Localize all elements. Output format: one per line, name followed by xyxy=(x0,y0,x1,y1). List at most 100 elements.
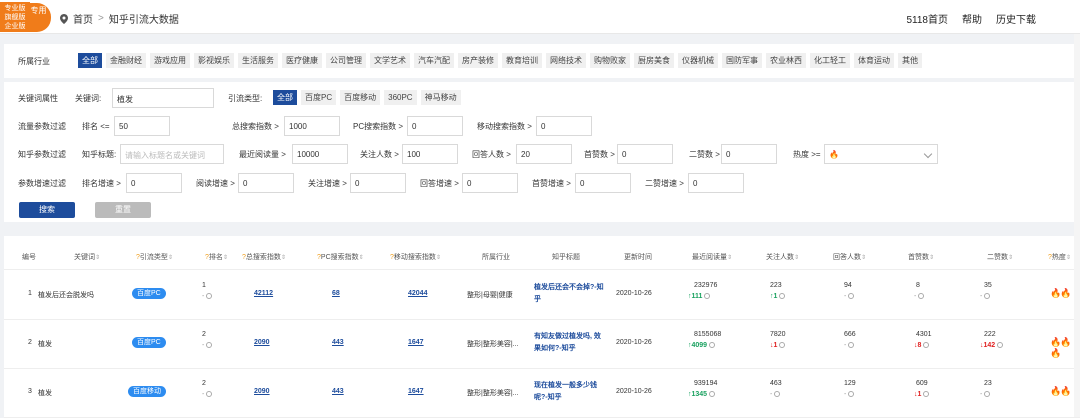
industry-chip[interactable]: 文学艺术 xyxy=(370,53,410,68)
zhihu-title-link[interactable]: 植发后还会不会掉?-知乎 xyxy=(534,282,604,306)
type-chip[interactable]: 神马移动 xyxy=(420,90,461,105)
mobile-index-link[interactable]: 42044 xyxy=(408,290,427,297)
sort-icon[interactable]: ⇕ xyxy=(95,255,100,261)
column-header[interactable]: ?排名⇕ xyxy=(205,252,228,262)
industry-chip[interactable]: 汽车汽配 xyxy=(414,53,454,68)
column-header[interactable]: 首赞数⇕ xyxy=(908,252,934,262)
clock-icon[interactable] xyxy=(774,391,781,398)
total-index-link[interactable]: 2090 xyxy=(254,339,270,346)
industry-chip[interactable]: 农业林西 xyxy=(766,53,806,68)
clock-icon[interactable] xyxy=(984,391,991,398)
industry-chip[interactable]: 教育培训 xyxy=(502,53,542,68)
sort-icon[interactable]: ⇕ xyxy=(281,255,286,261)
column-header[interactable]: 编号 xyxy=(22,252,36,262)
column-header[interactable]: ?总搜索指数⇕ xyxy=(242,252,286,262)
industry-chip[interactable]: 游戏应用 xyxy=(150,53,190,68)
mobile-index-link[interactable]: 1647 xyxy=(408,339,424,346)
industry-chip[interactable]: 房产装修 xyxy=(458,53,498,68)
clock-icon[interactable] xyxy=(206,293,213,300)
column-header[interactable]: 最近阅读量⇕ xyxy=(692,252,732,262)
rank-input[interactable]: 50 xyxy=(114,116,170,136)
industry-chip[interactable]: 公司管理 xyxy=(326,53,366,68)
vertical-scrollbar[interactable] xyxy=(1074,34,1080,417)
sort-icon[interactable]: ⇕ xyxy=(1066,255,1071,261)
row-keyword[interactable]: 植发 xyxy=(38,388,52,398)
sort-icon[interactable]: ⇕ xyxy=(436,255,441,261)
row-keyword[interactable]: 植发 xyxy=(38,339,52,349)
sort-icon[interactable]: ⇕ xyxy=(1008,255,1013,261)
answer-growth-input[interactable]: 0 xyxy=(462,173,518,193)
sort-icon[interactable]: ⇕ xyxy=(223,255,228,261)
industry-chip[interactable]: 影视娱乐 xyxy=(194,53,234,68)
sort-icon[interactable]: ⇕ xyxy=(929,255,934,261)
column-header[interactable]: ?PC搜索指数⇕ xyxy=(317,252,364,262)
column-header[interactable]: ?移动搜索指数⇕ xyxy=(390,252,441,262)
column-header[interactable]: 知乎标题 xyxy=(552,252,580,262)
rank-growth-input[interactable]: 0 xyxy=(126,173,182,193)
clock-icon[interactable] xyxy=(923,391,930,398)
mobile-index-input[interactable]: 0 xyxy=(536,116,592,136)
read-growth-input[interactable]: 0 xyxy=(238,173,294,193)
industry-chip[interactable]: 金融财经 xyxy=(106,53,146,68)
type-chip[interactable]: 百度移动 xyxy=(340,90,381,105)
first-growth-input[interactable]: 0 xyxy=(575,173,631,193)
clock-icon[interactable] xyxy=(779,342,786,349)
industry-chip[interactable]: 化工轻工 xyxy=(810,53,850,68)
total-index-input[interactable]: 1000 xyxy=(284,116,340,136)
zhihu-title-link[interactable]: 有知友做过植发吗, 效果如何?-知乎 xyxy=(534,331,604,355)
clock-icon[interactable] xyxy=(918,293,925,300)
pc-index-link[interactable]: 443 xyxy=(332,339,344,346)
recent-read-input[interactable]: 10000 xyxy=(292,144,348,164)
search-button[interactable]: 搜索 xyxy=(19,202,75,218)
industry-chip[interactable]: 医疗健康 xyxy=(282,53,322,68)
industry-chip[interactable]: 生活服务 xyxy=(238,53,278,68)
industry-chip[interactable]: 全部 xyxy=(78,53,102,68)
nav-5118-home[interactable]: 5118首页 xyxy=(906,11,948,26)
sort-icon[interactable]: ⇕ xyxy=(861,255,866,261)
clock-icon[interactable] xyxy=(984,293,991,300)
total-index-link[interactable]: 42112 xyxy=(254,290,273,297)
breadcrumb-home[interactable]: 首页 xyxy=(73,11,93,26)
zhihu-title-input[interactable]: 请输入标题名或关键词 xyxy=(120,144,224,164)
clock-icon[interactable] xyxy=(848,342,855,349)
column-header[interactable]: ?热度⇕ xyxy=(1048,252,1071,262)
column-header[interactable]: 二赞数⇕ xyxy=(987,252,1013,262)
industry-chip[interactable]: 仪器机械 xyxy=(678,53,718,68)
column-header[interactable]: 关键词⇕ xyxy=(74,252,100,262)
clock-icon[interactable] xyxy=(704,293,711,300)
total-index-link[interactable]: 2090 xyxy=(254,388,270,395)
industry-chip[interactable]: 其他 xyxy=(898,53,922,68)
heat-select[interactable]: 🔥 xyxy=(824,144,938,164)
column-header[interactable]: ?引流类型⇕ xyxy=(136,252,173,262)
sort-icon[interactable]: ⇕ xyxy=(727,255,732,261)
industry-chip[interactable]: 购物败家 xyxy=(590,53,630,68)
clock-icon[interactable] xyxy=(709,342,716,349)
industry-chip[interactable]: 国防军事 xyxy=(722,53,762,68)
zhihu-title-link[interactable]: 现在植发一般多少钱呢?-知乎 xyxy=(534,380,604,404)
follow-growth-input[interactable]: 0 xyxy=(350,173,406,193)
second-like-input[interactable]: 0 xyxy=(721,144,777,164)
sort-icon[interactable]: ⇕ xyxy=(794,255,799,261)
reset-button[interactable]: 重置 xyxy=(95,202,151,218)
nav-help[interactable]: 帮助 xyxy=(962,11,982,26)
clock-icon[interactable] xyxy=(848,293,855,300)
clock-icon[interactable] xyxy=(997,342,1004,349)
type-chip[interactable]: 全部 xyxy=(273,90,297,105)
industry-chip[interactable]: 网络技术 xyxy=(546,53,586,68)
row-keyword[interactable]: 植发后还会脱发吗 xyxy=(38,290,94,300)
column-header[interactable]: 回答人数⇕ xyxy=(833,252,866,262)
type-chip[interactable]: 百度PC xyxy=(301,90,337,105)
industry-chip[interactable]: 体育运动 xyxy=(854,53,894,68)
clock-icon[interactable] xyxy=(923,342,930,349)
pc-index-link[interactable]: 68 xyxy=(332,290,340,297)
clock-icon[interactable] xyxy=(779,293,786,300)
nav-history-download[interactable]: 历史下载 xyxy=(996,11,1036,26)
column-header[interactable]: 关注人数⇕ xyxy=(766,252,799,262)
keyword-input[interactable]: 植发 xyxy=(112,88,214,108)
second-growth-input[interactable]: 0 xyxy=(688,173,744,193)
clock-icon[interactable] xyxy=(709,391,716,398)
clock-icon[interactable] xyxy=(848,391,855,398)
pc-index-input[interactable]: 0 xyxy=(407,116,463,136)
first-like-input[interactable]: 0 xyxy=(617,144,673,164)
sort-icon[interactable]: ⇕ xyxy=(359,255,364,261)
